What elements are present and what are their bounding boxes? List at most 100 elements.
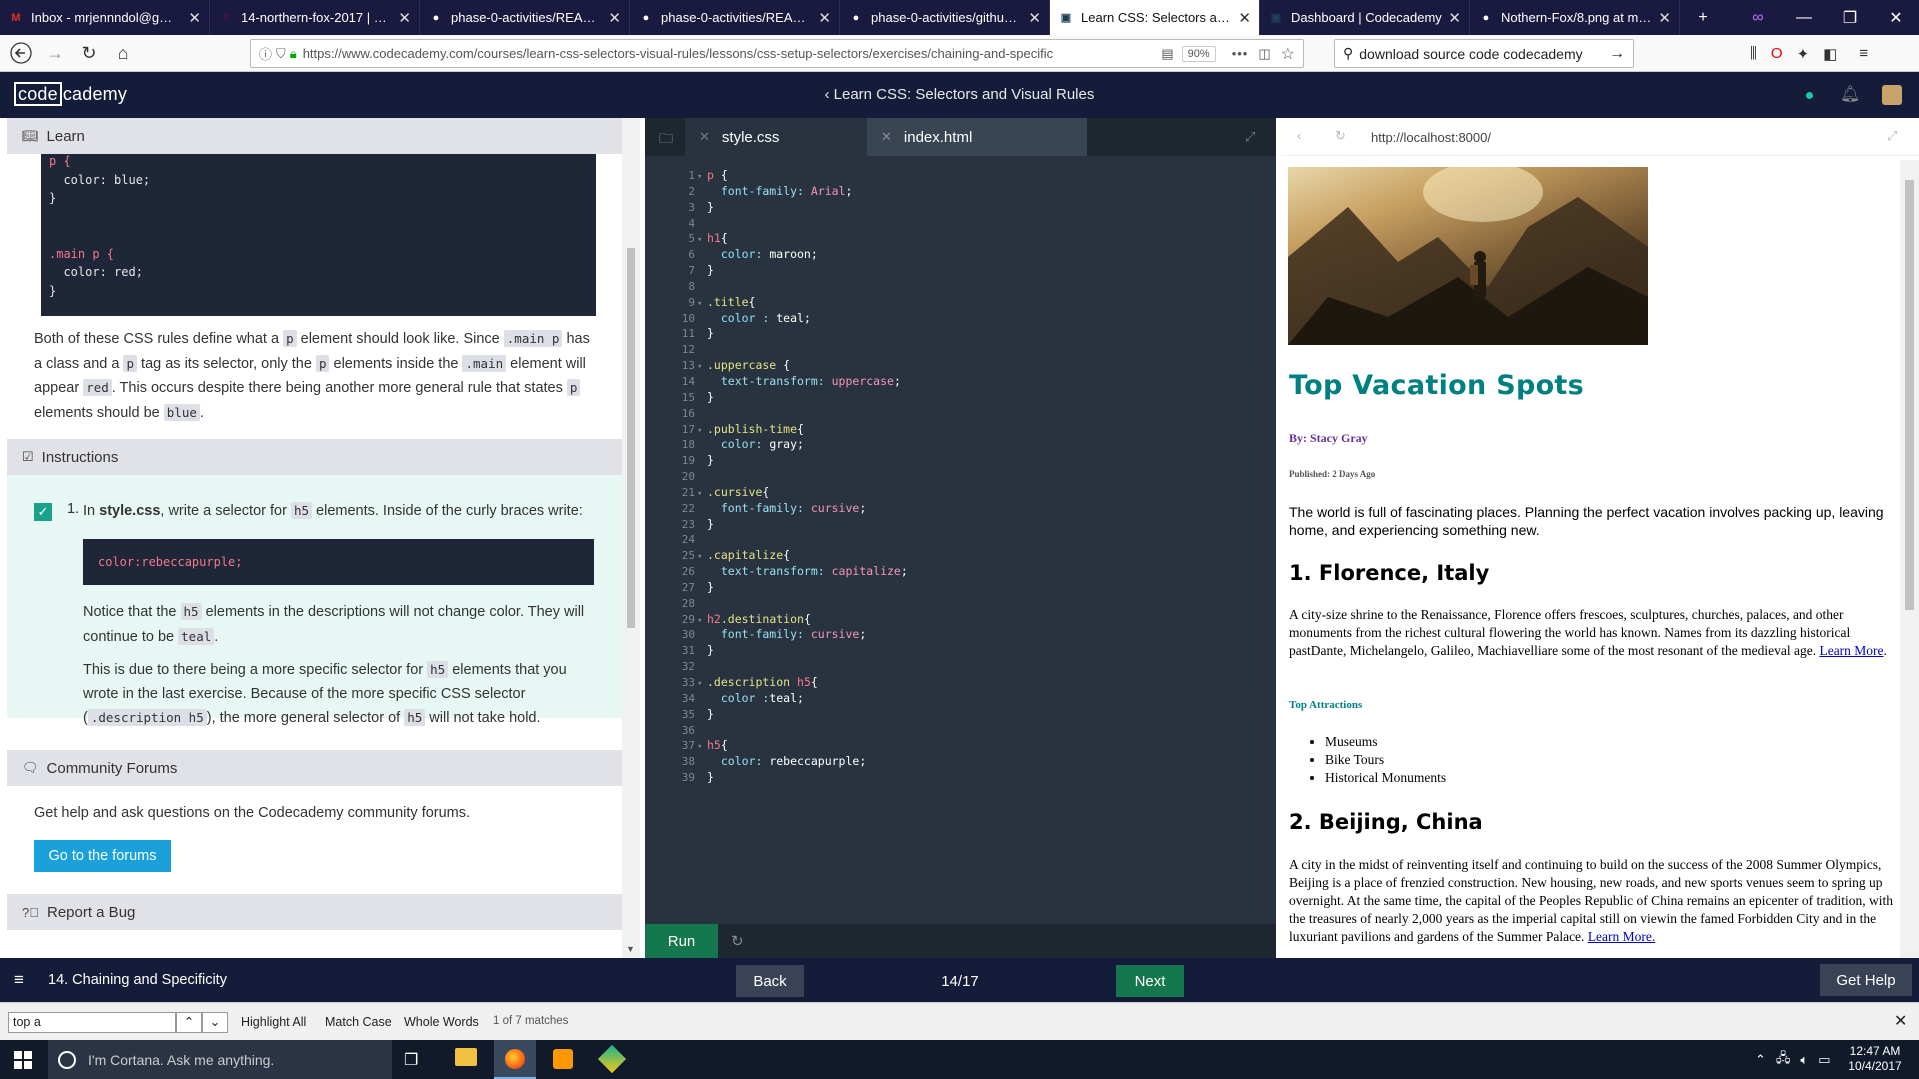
browser-tab[interactable]: ● phase-0-activities/README. ✕ — [630, 0, 840, 35]
scroll-down-icon[interactable]: ▼ — [626, 944, 635, 954]
report-bug-section-header[interactable]: ?⃝ Report a Bug — [7, 894, 622, 930]
code-line[interactable]: } — [697, 263, 908, 279]
code-line[interactable]: } — [697, 326, 908, 342]
clock[interactable]: 12:47 AM 10/4/2017 — [1845, 1044, 1905, 1074]
code-line[interactable]: } — [697, 390, 908, 406]
code-editor[interactable]: 🗀︎ ✕ style.css ✕ index.html ⤢ 1 2 3 4 5 6 7 8 9 10 1… — [645, 118, 1276, 958]
back-button[interactable]: Back — [736, 965, 804, 997]
run-button[interactable]: Run — [645, 924, 718, 958]
url-bar[interactable]: ⓘ ⛉ 🔒︎ https://www.codecademy.com/course… — [250, 39, 1304, 68]
code-line[interactable]: ▾ .uppercase { — [697, 358, 908, 374]
avatar[interactable] — [1882, 85, 1902, 105]
tab-index-html[interactable]: ✕ index.html — [867, 118, 1087, 156]
git-kraken-icon[interactable] — [597, 1044, 627, 1074]
browser-tab[interactable]: ● phase-0-activities/github-p ✕ — [840, 0, 1050, 35]
url-text[interactable]: https://www.codecademy.com/courses/learn… — [303, 46, 1154, 61]
code-line[interactable]: ▾ h1{ — [697, 231, 908, 247]
code-line[interactable]: ▾ .title{ — [697, 295, 908, 311]
reset-icon[interactable]: ↻ — [731, 932, 744, 950]
code-line[interactable] — [697, 216, 908, 232]
find-previous-icon[interactable]: ⌃ — [176, 1012, 202, 1033]
learn-section-header[interactable]: 📖︎ Learn — [7, 118, 622, 154]
private-mask-icon[interactable]: ∞ — [1735, 0, 1781, 35]
expand-icon[interactable]: ⤢ — [1245, 129, 1255, 145]
browser-tab[interactable]: ● Nothern-Fox/8.png at maste ✕ — [1470, 0, 1680, 35]
code-line[interactable]: } — [697, 770, 908, 786]
code-line[interactable]: ▾ h5{ — [697, 738, 908, 754]
code-line[interactable]: ▾ p { — [697, 168, 908, 184]
reload-icon[interactable]: ↻ — [72, 38, 106, 68]
code-line[interactable] — [697, 469, 908, 485]
cortana-search[interactable]: I'm Cortana. Ask me anything. — [48, 1040, 392, 1079]
lesson-label[interactable]: 14. Chaining and Specificity — [48, 972, 227, 988]
community-section-header[interactable]: 🗨︎ Community Forums — [7, 750, 622, 786]
code-line[interactable]: color: gray; — [697, 437, 908, 453]
zoom-level[interactable]: 90% — [1181, 45, 1216, 62]
bookmark-star-icon[interactable]: ☆ — [1281, 44, 1295, 64]
code-line[interactable] — [697, 406, 908, 422]
code-line[interactable]: color : teal; — [697, 311, 908, 327]
library-icon[interactable]: ⫼ — [1750, 45, 1757, 62]
code-line[interactable]: ▾ h2.destination{ — [697, 612, 908, 628]
shield-icon[interactable]: ⛉ — [276, 46, 286, 62]
home-icon[interactable]: ⌂ — [106, 38, 140, 68]
close-tab-icon[interactable]: ✕ — [1028, 9, 1041, 27]
code-line[interactable]: } — [697, 580, 908, 596]
windows-start-icon[interactable] — [14, 1051, 32, 1072]
highlight-all-toggle[interactable]: Highlight All — [241, 1015, 306, 1029]
search-go-icon[interactable]: → — [1609, 45, 1625, 63]
code-line[interactable]: color: rebeccapurple; — [697, 754, 908, 770]
browser-tab[interactable]: ▣ Dashboard | Codecademy ✕ — [1260, 0, 1470, 35]
left-panel-scrollbar[interactable]: ▼ — [622, 118, 640, 958]
code-line[interactable] — [697, 723, 908, 739]
browser-tab[interactable]: M Inbox - mrjennndol@gmail.c ✕ — [0, 0, 210, 35]
close-tab-icon[interactable]: ✕ — [1448, 9, 1461, 27]
code-line[interactable]: } — [697, 453, 908, 469]
notification-bell-icon[interactable]: 🔔︎ — [1840, 84, 1860, 104]
code-line[interactable] — [697, 596, 908, 612]
close-tab-icon[interactable]: ✕ — [398, 9, 411, 27]
close-tab-icon[interactable]: ✕ — [608, 9, 621, 27]
learn-more-link[interactable]: Learn More. — [1588, 929, 1655, 944]
volume-icon[interactable]: 🔈︎ — [1800, 1052, 1808, 1068]
course-title[interactable]: ‹ Learn CSS: Selectors and Visual Rules — [0, 86, 1919, 103]
close-window-icon[interactable]: ✕ — [1873, 0, 1919, 35]
code-line[interactable]: color :teal; — [697, 691, 908, 707]
sublime-text-icon[interactable] — [553, 1049, 573, 1069]
preview-url[interactable]: http://localhost:8000/ — [1371, 130, 1491, 145]
code-line[interactable] — [697, 532, 908, 548]
code-line[interactable]: } — [697, 707, 908, 723]
action-center-icon[interactable]: ▭ — [1818, 1052, 1830, 1068]
code-line[interactable] — [697, 659, 908, 675]
search-bar[interactable]: ⚲ download source code codecademy → — [1334, 39, 1634, 68]
close-tab-icon[interactable]: ✕ — [188, 9, 201, 27]
code-line[interactable]: font-family: cursive; — [697, 501, 908, 517]
opera-icon[interactable]: O — [1771, 45, 1783, 62]
close-tab-icon[interactable]: ✕ — [818, 9, 831, 27]
code-line[interactable]: ▾ .description h5{ — [697, 675, 908, 691]
code-line[interactable]: text-transform: uppercase; — [697, 374, 908, 390]
browser-tab[interactable]: ▣ Learn CSS: Selectors and Visu ✕ — [1050, 0, 1260, 35]
search-text[interactable]: download source code codecademy — [1359, 46, 1609, 62]
reader-view-icon[interactable]: ▤ — [1161, 46, 1173, 62]
match-case-toggle[interactable]: Match Case — [325, 1015, 392, 1029]
code-line[interactable]: } — [697, 643, 908, 659]
file-browser-icon[interactable]: 🗀︎ — [659, 128, 673, 152]
extension-icon[interactable]: ✦ — [1797, 45, 1810, 63]
code-line[interactable] — [697, 279, 908, 295]
sidebar-icon[interactable]: ◧ — [1823, 45, 1837, 63]
go-to-forums-button[interactable]: Go to the forums — [34, 840, 171, 872]
preview-scrollbar[interactable] — [1900, 160, 1919, 958]
code-line[interactable]: } — [697, 200, 908, 216]
code-line[interactable]: ▾ .publish-time{ — [697, 422, 908, 438]
find-next-icon[interactable]: ⌄ — [202, 1012, 228, 1033]
close-tab-icon[interactable]: ✕ — [1658, 9, 1671, 27]
info-icon[interactable]: ⓘ — [259, 44, 272, 63]
get-help-button[interactable]: Get Help — [1820, 964, 1912, 996]
instructions-section-header[interactable]: ☑ Instructions — [7, 439, 622, 475]
close-tab-icon[interactable]: ✕ — [699, 129, 710, 145]
new-tab-icon[interactable]: + — [1680, 0, 1726, 35]
code-line[interactable]: ▾ .cursive{ — [697, 485, 908, 501]
pocket-icon[interactable]: ◫ — [1258, 46, 1270, 62]
browser-tab[interactable]: ● phase-0-activities/README. ✕ — [420, 0, 630, 35]
